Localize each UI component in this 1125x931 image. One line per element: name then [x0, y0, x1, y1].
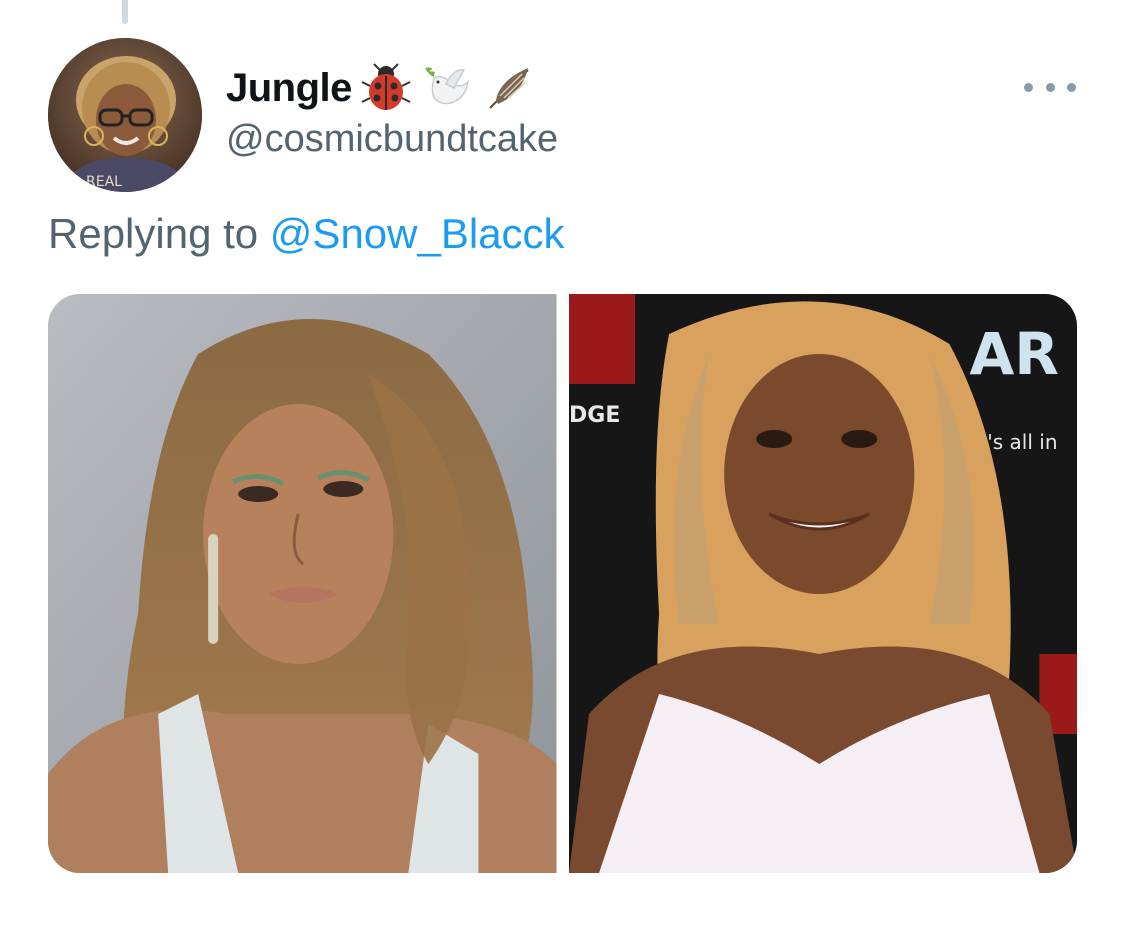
feather-icon	[489, 68, 529, 109]
author-name-row[interactable]: Jungle	[226, 60, 538, 116]
media-grid: DGE AR t's all in	[48, 294, 1077, 873]
backdrop-text-ar: AR	[969, 320, 1059, 388]
replying-to: Replying to @Snow_Blacck	[48, 210, 565, 258]
more-dot	[1024, 82, 1033, 92]
ladybug-icon	[361, 63, 411, 110]
avatar[interactable]: REAL	[48, 38, 202, 192]
left-photo[interactable]	[48, 294, 557, 873]
thread-connector-line	[122, 0, 128, 24]
more-horizontal-icon[interactable]	[1024, 72, 1076, 102]
replying-to-label: Replying to	[48, 210, 259, 257]
more-dot	[1067, 82, 1076, 92]
display-name[interactable]: Jungle	[226, 66, 352, 111]
author-handle[interactable]: @cosmicbundtcake	[226, 118, 558, 161]
right-photo[interactable]: DGE AR t's all in	[568, 294, 1077, 873]
avatar-shirt-text: REAL	[86, 174, 122, 190]
backdrop-text-dge: DGE	[569, 403, 620, 428]
more-dot	[1045, 82, 1055, 92]
backdrop-text-tagline: t's all in	[979, 430, 1057, 454]
reply-mention-link[interactable]: @Snow_Blacck	[270, 210, 565, 257]
dove-icon	[425, 67, 469, 105]
